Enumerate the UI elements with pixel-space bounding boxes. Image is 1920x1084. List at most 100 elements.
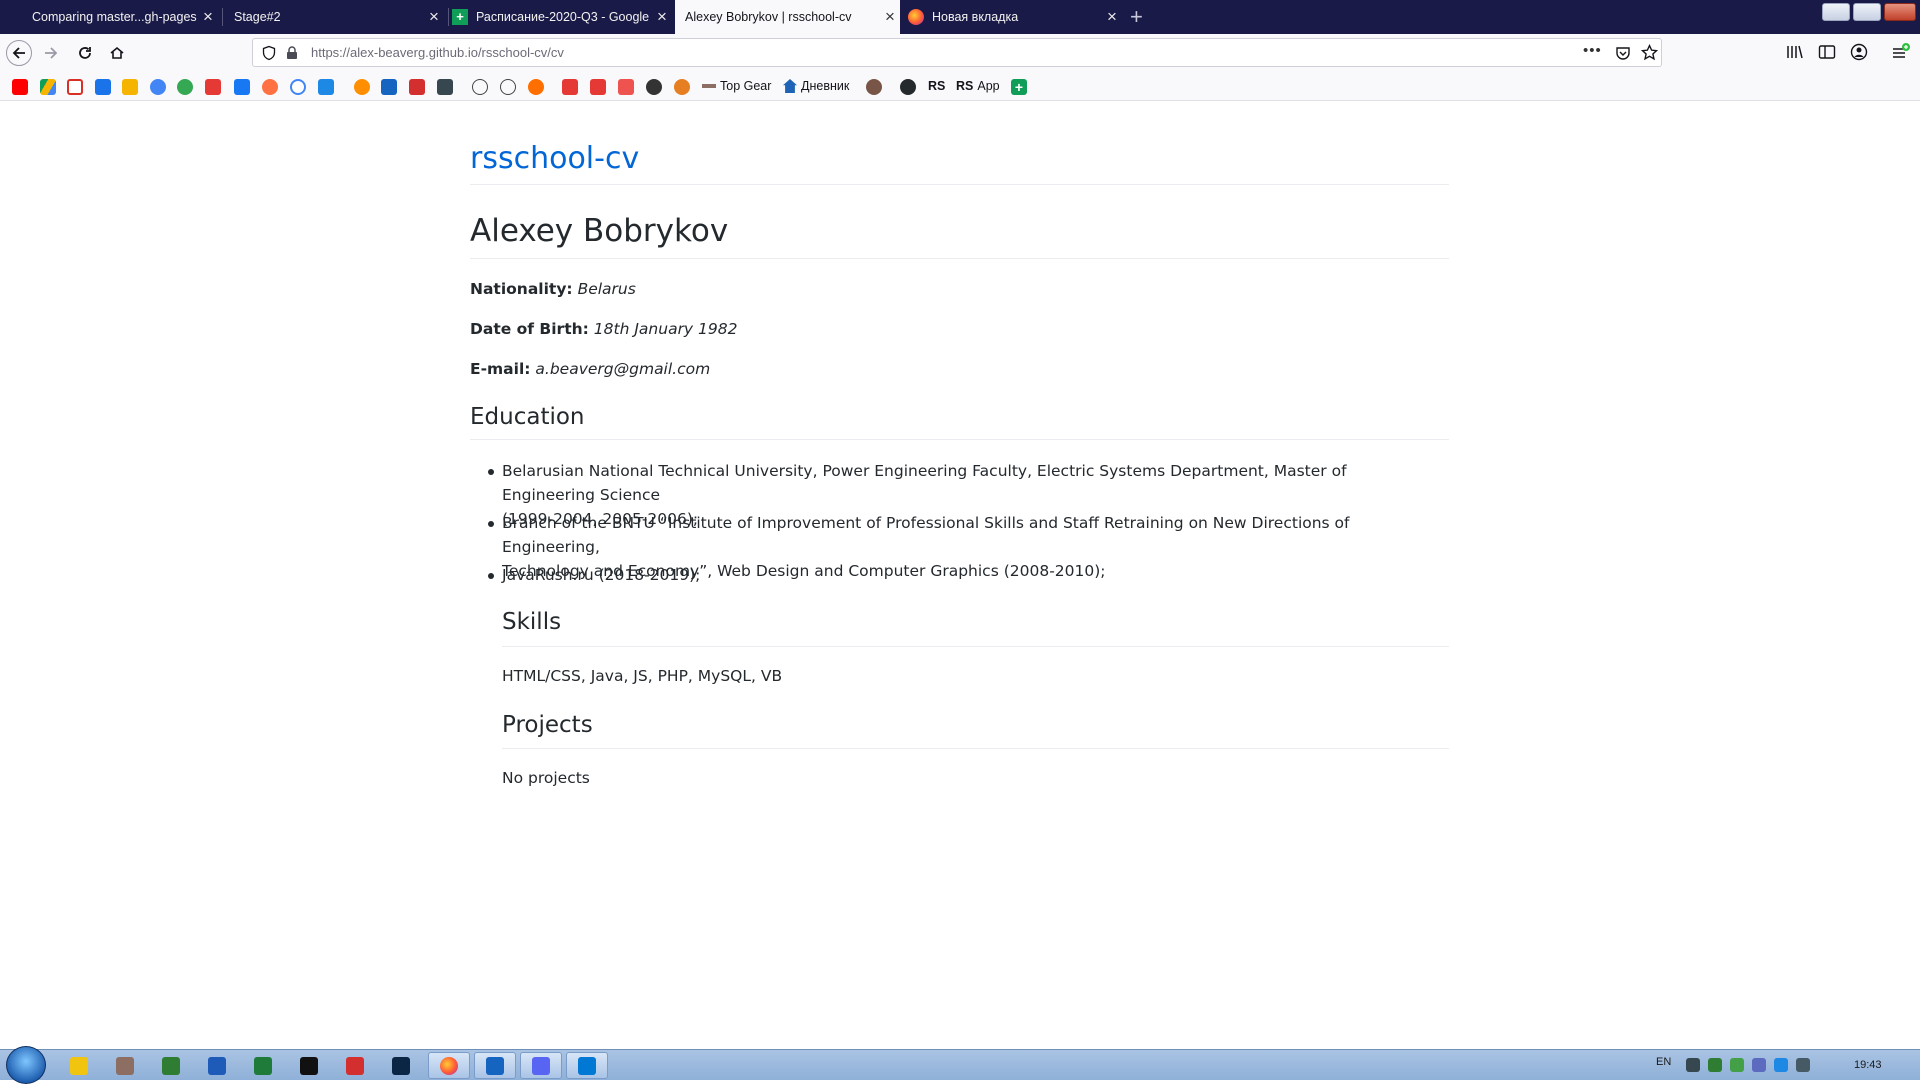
tray-app-icon[interactable]	[1774, 1058, 1788, 1072]
intellij-icon	[300, 1056, 318, 1075]
site-title-link[interactable]: rsschool-cv	[470, 141, 639, 176]
taskbar-app[interactable]	[520, 1052, 562, 1079]
close-icon[interactable]: ×	[1102, 7, 1122, 27]
taskbar-app[interactable]	[380, 1052, 422, 1079]
sidebar-icon[interactable]	[1818, 44, 1836, 60]
home-icon	[110, 46, 124, 59]
orange-app-icon[interactable]	[354, 79, 370, 95]
taskbar-app[interactable]	[150, 1052, 192, 1079]
round-app-icon[interactable]	[262, 79, 278, 95]
bookmark-rs-app[interactable]: RS App	[956, 79, 1000, 93]
taskbar-app[interactable]	[334, 1052, 376, 1079]
tab-title: Расписание-2020-Q3 - Google	[476, 10, 650, 24]
google-sheets-icon: +	[452, 9, 468, 25]
info-app-icon[interactable]	[562, 79, 578, 95]
os-icon[interactable]	[205, 79, 221, 95]
minimize-button[interactable]	[1822, 3, 1850, 21]
pocket-app-icon[interactable]	[618, 79, 634, 95]
taskbar-app[interactable]	[474, 1052, 516, 1079]
close-icon[interactable]: ×	[424, 7, 444, 27]
lock-icon[interactable]	[286, 46, 298, 60]
clock[interactable]: 19:43	[1854, 1059, 1882, 1071]
bookmark-top-gear[interactable]: Top Gear	[702, 79, 771, 93]
tab-stage2[interactable]: Stage#2 ×	[224, 0, 444, 34]
google-icon[interactable]	[290, 79, 306, 95]
url-bar[interactable]: https://alex-beaverg.github.io/rsschool-…	[252, 38, 1662, 67]
star-app-icon[interactable]	[150, 79, 166, 95]
shield-icon[interactable]	[261, 45, 277, 61]
taskbar-app[interactable]	[104, 1052, 146, 1079]
list-bullet	[488, 573, 494, 579]
taskbar-app[interactable]	[58, 1052, 100, 1079]
tray-app-icon[interactable]	[1708, 1058, 1722, 1072]
bookmark-star-icon[interactable]	[1641, 44, 1658, 61]
firefox-icon	[908, 9, 924, 25]
facebook-icon[interactable]	[234, 79, 250, 95]
avatar-icon[interactable]	[866, 79, 882, 95]
close-icon[interactable]: ×	[880, 7, 900, 27]
divider	[502, 748, 1449, 749]
mail-icon[interactable]	[95, 79, 111, 95]
google-sheets-icon[interactable]: +	[1011, 79, 1027, 95]
reload-button[interactable]	[72, 40, 98, 66]
menu-icon[interactable]	[1890, 42, 1910, 62]
restore-button[interactable]	[1853, 3, 1881, 21]
windows-taskbar: EN 19:43	[0, 1046, 1920, 1084]
bookmark-rs[interactable]: RS	[928, 79, 945, 93]
dark-round-icon[interactable]	[646, 79, 662, 95]
firefox-icon	[440, 1056, 458, 1075]
divider	[470, 258, 1449, 259]
nationality-label: Nationality:	[470, 280, 573, 298]
taskbar-app[interactable]	[196, 1052, 238, 1079]
tab-schedule[interactable]: + Расписание-2020-Q3 - Google ×	[452, 0, 672, 34]
page-actions-icon[interactable]: •••	[1583, 42, 1602, 59]
vscode-icon	[578, 1056, 596, 1075]
github-icon[interactable]	[900, 79, 916, 95]
vivaldi-app-icon[interactable]	[590, 79, 606, 95]
red-app-icon[interactable]	[409, 79, 425, 95]
globe-icon[interactable]	[500, 79, 516, 95]
google-drive-icon[interactable]	[40, 79, 56, 95]
taskbar-app[interactable]	[288, 1052, 330, 1079]
home-button[interactable]	[104, 40, 130, 66]
cloud-icon[interactable]	[122, 79, 138, 95]
language-indicator[interactable]: EN	[1656, 1056, 1671, 1068]
taskbar-app[interactable]	[566, 1052, 608, 1079]
chain-app-icon[interactable]	[528, 79, 544, 95]
tab-new[interactable]: Новая вкладка ×	[900, 0, 1122, 34]
dark-app-icon[interactable]	[437, 79, 453, 95]
s-app-icon[interactable]	[381, 79, 397, 95]
close-icon[interactable]: ×	[198, 7, 218, 27]
url-host: https://alex-beaverg.github.io	[311, 45, 478, 60]
translate-icon[interactable]	[318, 79, 334, 95]
start-button[interactable]	[6, 1046, 46, 1084]
photoshop-icon	[392, 1056, 410, 1075]
network-icon[interactable]	[1752, 1058, 1766, 1072]
youtube-icon[interactable]	[12, 79, 28, 95]
medal-icon[interactable]	[674, 79, 690, 95]
acrobat-icon	[346, 1056, 364, 1075]
back-button[interactable]	[6, 40, 32, 66]
tab-comparing[interactable]: Comparing master...gh-pages ×	[20, 0, 218, 34]
gmail-icon[interactable]	[67, 79, 83, 95]
word-icon	[208, 1056, 226, 1075]
taskbar-app[interactable]	[242, 1052, 284, 1079]
forward-button[interactable]	[38, 40, 64, 66]
green-app-icon[interactable]	[177, 79, 193, 95]
tab-title: Alexey Bobrykov | rsschool-cv	[685, 10, 852, 24]
bookmark-dnevnik[interactable]: Дневник	[783, 79, 849, 93]
taskbar-app-firefox[interactable]	[428, 1052, 470, 1079]
volume-icon[interactable]	[1796, 1058, 1810, 1072]
new-tab-icon[interactable]: +	[1130, 4, 1143, 30]
library-icon[interactable]	[1786, 44, 1804, 60]
close-icon[interactable]: ×	[652, 7, 672, 27]
account-icon[interactable]	[1850, 43, 1868, 61]
url-text[interactable]: https://alex-beaverg.github.io/rsschool-…	[311, 45, 564, 60]
tab-cv-active[interactable]: Alexey Bobrykov | rsschool-cv ×	[675, 0, 900, 34]
close-window-button[interactable]	[1884, 3, 1916, 21]
divider	[470, 439, 1449, 440]
discord-tray-icon[interactable]	[1686, 1058, 1700, 1072]
globe-icon[interactable]	[472, 79, 488, 95]
pocket-icon[interactable]	[1615, 45, 1631, 61]
security-icon[interactable]	[1730, 1058, 1744, 1072]
